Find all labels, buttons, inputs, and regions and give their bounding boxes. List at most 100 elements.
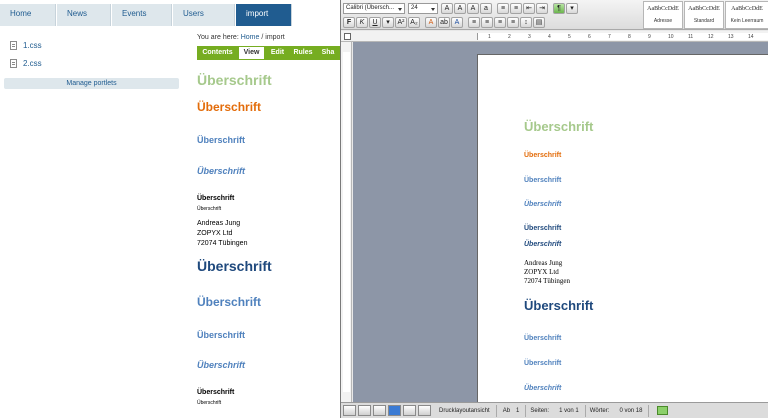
grow-font-icon[interactable]: A: [441, 2, 453, 14]
formatting-toolbar: Calibri (Übersch... 24 A A A a ≡ ≡ ⇤ ⇥ ¶…: [341, 0, 768, 30]
separator: [584, 404, 586, 417]
show-hide-icon[interactable]: ¶: [553, 2, 565, 14]
ruler-number: 11: [688, 34, 694, 40]
file-icon: [10, 40, 17, 50]
heading-5-2: Überschrift: [197, 400, 222, 406]
style-item-adresse[interactable]: AaBbCcDdE Adresse: [643, 1, 683, 29]
file-item[interactable]: 1.css: [4, 36, 179, 54]
focus-view-icon[interactable]: [418, 405, 431, 416]
address-line: ZOPYX Ltd: [197, 230, 233, 237]
increase-indent-icon[interactable]: ⇥: [536, 2, 548, 14]
text-effects-icon[interactable]: A: [451, 16, 463, 28]
style-item-kein-leerraum[interactable]: AaBbCcDdE Kein Leerraum: [725, 1, 768, 29]
doc-heading-2: Überschrift: [524, 177, 562, 184]
spellcheck-icon[interactable]: [657, 406, 669, 415]
tab-edit[interactable]: Edit: [265, 46, 290, 60]
heading-4: Überschrift: [197, 195, 235, 202]
decrease-indent-icon[interactable]: ⇤: [523, 2, 535, 14]
heading-3-2: Überschrift: [197, 360, 246, 370]
doc-address-line: ZOPYX Ltd: [524, 268, 559, 276]
style-preview: AaBbCcDdE: [647, 6, 679, 12]
ruler-number: 14: [748, 34, 754, 40]
style-name: Standard: [693, 18, 715, 24]
ruler-number: 5: [568, 34, 571, 40]
breadcrumb-current: import: [265, 34, 285, 41]
manage-portlets-button[interactable]: Manage portlets: [4, 78, 179, 89]
italic-icon[interactable]: K: [356, 16, 368, 28]
nav-item-import[interactable]: import: [236, 4, 292, 26]
tab-selector-icon[interactable]: [344, 33, 351, 40]
style-item-standard[interactable]: AaBbCcDdE Standard: [684, 1, 724, 29]
doc-heading-4: Überschrift: [524, 225, 562, 232]
file-link[interactable]: 1.css: [23, 41, 42, 50]
breadcrumb-home-link[interactable]: Home: [241, 34, 260, 41]
tab-view[interactable]: View: [238, 46, 265, 60]
doc-heading-2-2: Überschrift: [524, 360, 562, 367]
separator: [495, 404, 497, 417]
view-name: Drucklayoutansicht: [439, 407, 490, 414]
doc-heading-1-2: Überschrift: [524, 335, 562, 342]
doc-address-line: 72074 Tübingen: [524, 277, 570, 285]
bullets-icon[interactable]: ≡: [497, 2, 509, 14]
numbering-icon[interactable]: ≡: [510, 2, 522, 14]
strikethrough-icon[interactable]: ▾: [382, 16, 394, 28]
heading-title-2: Überschrift: [197, 258, 272, 274]
nav-item-users[interactable]: Users: [173, 4, 235, 26]
global-navigation: Home News Events Users import: [0, 4, 293, 26]
clear-format-icon[interactable]: A: [467, 2, 479, 14]
file-link[interactable]: 2.css: [23, 59, 42, 68]
words-label: Wörter:: [589, 407, 610, 414]
superscript-icon[interactable]: A²: [395, 16, 407, 28]
style-preview: AaBbCcDdE: [688, 6, 720, 12]
align-center-icon[interactable]: ≡: [481, 16, 493, 28]
document-page[interactable]: Überschrift Überschrift Überschrift Über…: [477, 54, 768, 414]
notebook-view-icon[interactable]: [403, 405, 416, 416]
ruler-number: 2: [508, 34, 511, 40]
tab-sharing[interactable]: Sha: [316, 46, 340, 60]
content-views: Contents View Edit Rules Sha: [197, 46, 340, 60]
font-name-select[interactable]: Calibri (Übersch...: [343, 2, 405, 14]
document-area[interactable]: Überschrift Überschrift Überschrift Über…: [353, 42, 768, 414]
heading-2-2: Überschrift: [197, 330, 246, 340]
font-color-icon[interactable]: A: [425, 16, 437, 28]
heading-5: Überschrift: [197, 206, 222, 212]
styles-menu-icon[interactable]: ▾: [566, 2, 578, 14]
align-left-icon[interactable]: ≡: [468, 16, 480, 28]
justify-icon[interactable]: ≡: [507, 16, 519, 28]
words-value: 0 von 18: [619, 407, 643, 414]
nav-item-events[interactable]: Events: [112, 4, 172, 26]
shading-icon[interactable]: ▤: [533, 16, 545, 28]
print-layout-view-icon[interactable]: [388, 405, 401, 416]
word-window: Calibri (Übersch... 24 A A A a ≡ ≡ ⇤ ⇥ ¶…: [340, 0, 768, 418]
doc-address-line: Andreas Jung: [524, 259, 563, 267]
shrink-font-icon[interactable]: A: [454, 2, 466, 14]
align-right-icon[interactable]: ≡: [494, 16, 506, 28]
heading-3: Überschrift: [197, 166, 246, 176]
underline-icon[interactable]: U: [369, 16, 381, 28]
section-value: 1: [516, 407, 520, 414]
ruler-number: 7: [608, 34, 611, 40]
line-spacing-icon[interactable]: ↕: [520, 16, 532, 28]
pages-value: 1 von 1: [559, 407, 579, 414]
nav-item-news[interactable]: News: [57, 4, 111, 26]
tab-contents[interactable]: Contents: [197, 46, 238, 60]
draft-view-icon[interactable]: [343, 405, 356, 416]
pages-label: Seiten:: [530, 407, 550, 414]
change-case-icon[interactable]: a: [480, 2, 492, 14]
ruler-number: 6: [588, 34, 591, 40]
subscript-icon[interactable]: A₂: [408, 16, 420, 28]
vertical-ruler[interactable]: [341, 42, 352, 402]
bold-icon[interactable]: F: [343, 16, 355, 28]
nav-item-home[interactable]: Home: [0, 4, 56, 26]
ruler-number: 12: [708, 34, 714, 40]
font-size-select[interactable]: 24: [408, 2, 438, 14]
content-area: You are here: Home / import Contents Vie…: [197, 34, 340, 418]
outline-view-icon[interactable]: [358, 405, 371, 416]
file-item[interactable]: 2.css: [4, 54, 179, 72]
breadcrumb-prefix: You are here:: [197, 34, 239, 41]
highlight-icon[interactable]: ab: [438, 16, 450, 28]
horizontal-ruler[interactable]: 1 2 3 4 5 6 7 8 9 10 11 12 13 14: [341, 31, 768, 42]
tab-rules[interactable]: Rules: [290, 46, 316, 60]
heading-4-2: Überschrift: [197, 389, 235, 396]
publishing-view-icon[interactable]: [373, 405, 386, 416]
